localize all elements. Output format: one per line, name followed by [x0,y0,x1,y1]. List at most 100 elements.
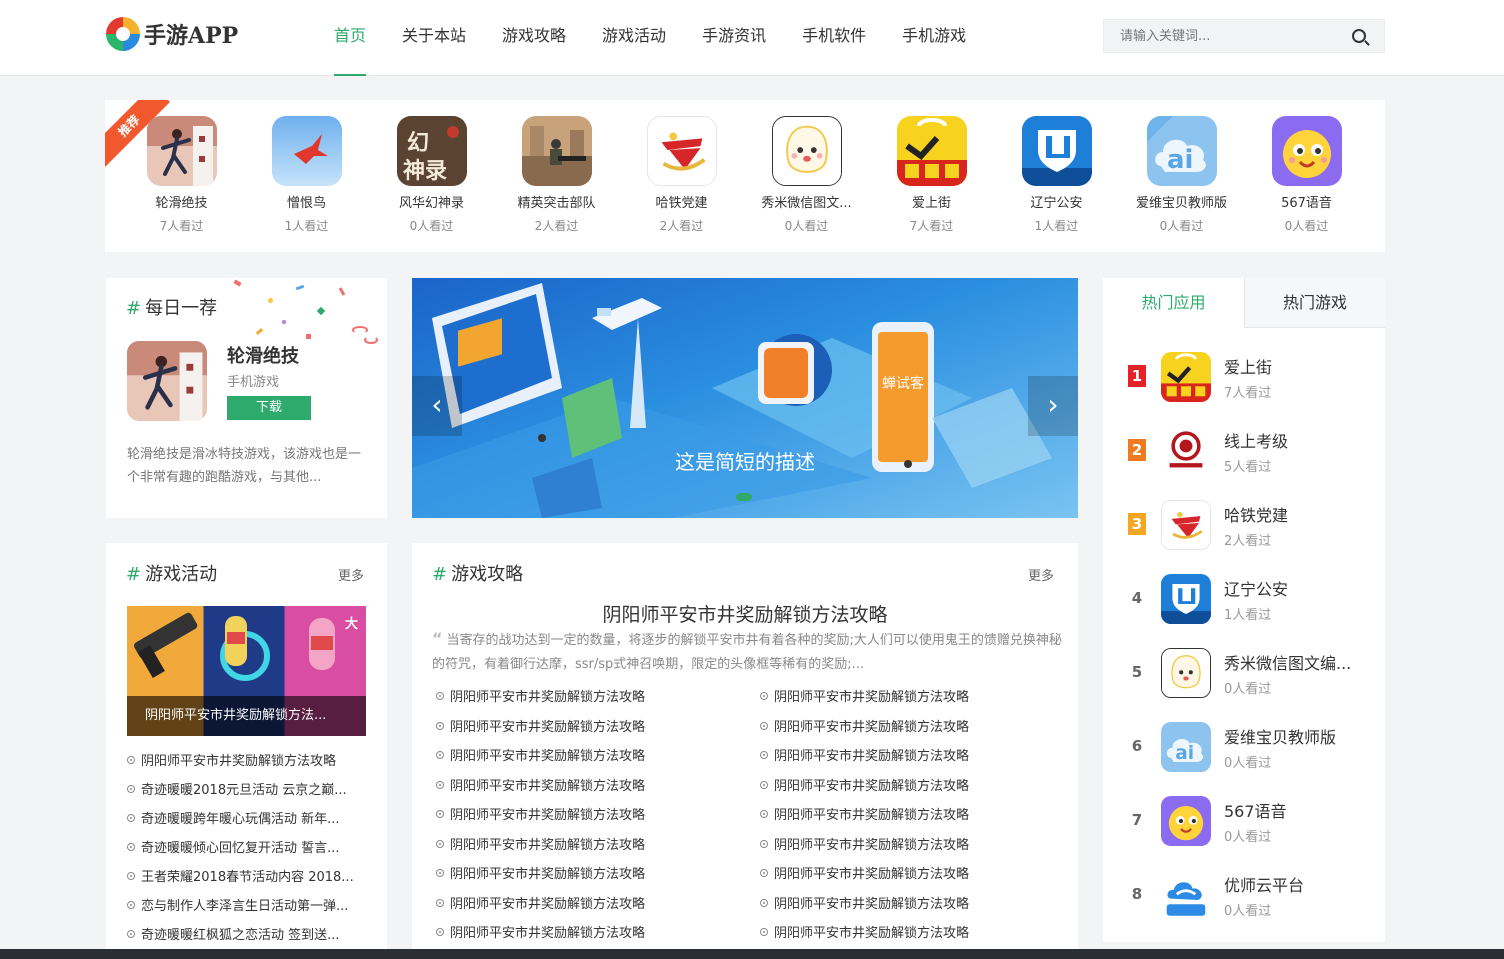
hot-list-item[interactable]: 2 线上考级 5人看过 [1103,418,1385,484]
list-item-text: 奇迹暖暖2018元旦活动 云京之巅... [141,783,347,798]
tab-hot-games[interactable]: 热门游戏 [1244,278,1385,328]
hot-list-item[interactable]: 1 爱上街 7人看过 [1103,344,1385,410]
list-item-text: 阴阳师平安市井奖励解锁方法攻略 [450,808,646,823]
list-item[interactable]: 阴阳师平安市井奖励解锁方法攻略 [436,831,760,861]
list-item[interactable]: 阴阳师平安市井奖励解锁方法攻略 [760,801,1076,831]
guide-summary-text: 当寄存的战功达到一定的数量，将逐步的解锁平安市井有着各种的奖励;大人们可以使用鬼… [432,633,1062,672]
banner-illustration: 蝉试客 [412,283,1052,518]
nav-item-guides[interactable]: 游戏攻略 [484,0,584,76]
list-item[interactable]: 阴阳师平安市井奖励解锁方法攻略 [127,747,372,776]
list-item[interactable]: 阴阳师平安市井奖励解锁方法攻略 [436,801,760,831]
recommend-item-views: 7人看过 [159,219,204,233]
recommend-item[interactable]: 秀米微信图文... 0人看过 [744,116,869,234]
search-input[interactable] [1104,20,1344,52]
banner-next-button[interactable]: › [1028,376,1078,436]
nav-item-about[interactable]: 关于本站 [384,0,484,76]
ai-cloud-icon: ai [1146,116,1217,186]
hot-item-name: 优师云平台 [1224,876,1305,895]
hot-list-item[interactable]: 8 优师云平台 0人看过 [1103,862,1385,928]
bullet-icon [436,780,444,789]
recommend-item[interactable]: 轮滑绝技 7人看过 [119,116,244,234]
svg-text:ai: ai [1167,145,1193,175]
list-item[interactable]: 阴阳师平安市井奖励解锁方法攻略 [760,890,1076,920]
recommend-item-name: 爱上街 [911,196,951,211]
nav-item-news[interactable]: 手游资讯 [684,0,784,76]
banner-prev-button[interactable]: ‹ [412,376,462,436]
list-item[interactable]: 阴阳师平安市井奖励解锁方法攻略 [436,772,760,802]
party-emblem-icon [1161,500,1211,550]
bullet-icon [127,843,135,851]
list-item[interactable]: 阴阳师平安市井奖励解锁方法攻略 [760,831,1076,861]
hot-list-item[interactable]: 3 哈铁党建 2人看过 [1103,492,1385,558]
skate-game-icon[interactable] [127,341,207,421]
list-item[interactable]: 阴阳师平安市井奖励解锁方法攻略 [760,742,1076,772]
recommend-item-views: 0人看过 [784,219,829,233]
nav-item-home[interactable]: 首页 [316,0,384,76]
recommend-item[interactable]: 辽宁公安 1人看过 [994,116,1119,234]
rank-badge: 3 [1128,513,1146,535]
bottom-bar [0,949,1504,959]
recommend-item[interactable]: 爱上街 7人看过 [869,116,994,234]
list-item[interactable]: 阴阳师平安市井奖励解锁方法攻略 [436,890,760,920]
list-item[interactable]: 阴阳师平安市井奖励解锁方法攻略 [760,683,1076,713]
hot-list-item[interactable]: 5 秀米微信图文编... 0人看过 [1103,640,1385,706]
activity-more-link[interactable]: 更多 [338,565,364,584]
smiley-voice-icon [1271,116,1342,186]
bullet-icon [127,785,135,793]
banner-carousel[interactable]: 蝉试客 ‹ › 这是简短的描述 [412,278,1078,518]
list-item[interactable]: 阴阳师平安市井奖励解锁方法攻略 [760,713,1076,743]
list-item[interactable]: 奇迹暖暖倾心回忆复开活动 誓言... [127,834,372,863]
site-logo[interactable]: 手游APP [106,17,238,51]
banner-indicator-dot[interactable] [736,493,752,501]
recommend-item[interactable]: 精英突击部队 2人看过 [494,116,619,234]
main-nav: 首页 关于本站 游戏攻略 游戏活动 手游资讯 手机软件 手机游戏 [316,0,984,76]
hot-item-views: 0人看过 [1224,830,1272,845]
list-item[interactable]: 阴阳师平安市井奖励解锁方法攻略 [436,713,760,743]
list-item[interactable]: 恋与制作人李泽言生日活动第一弹... [127,892,372,921]
download-button[interactable]: 下载 [227,396,311,420]
guide-headline[interactable]: 阴阳师平安市井奖励解锁方法攻略 [412,600,1078,627]
list-item[interactable]: 阴阳师平安市井奖励解锁方法攻略 [760,860,1076,890]
recommend-item[interactable]: 567语音 0人看过 [1244,116,1369,234]
hot-list-item[interactable]: 7 567语音 0人看过 [1103,788,1385,854]
guide-more-link[interactable]: 更多 [1028,565,1054,584]
list-item[interactable]: 阴阳师平安市井奖励解锁方法攻略 [436,919,760,949]
list-item[interactable]: 奇迹暖暖红枫狐之恋活动 签到送... [127,921,372,950]
list-item[interactable]: 阴阳师平安市井奖励解锁方法攻略 [436,683,760,713]
list-item[interactable]: 奇迹暖暖2018元旦活动 云京之巅... [127,776,372,805]
list-item[interactable]: 阴阳师平安市井奖励解锁方法攻略 [436,860,760,890]
bullet-icon [127,756,135,764]
rank-number: 8 [1131,885,1143,903]
recommend-item-name: 风华幻神录 [398,196,464,211]
recommend-item-views: 2人看过 [659,219,704,233]
activity-list: 阴阳师平安市井奖励解锁方法攻略 奇迹暖暖2018元旦活动 云京之巅... 奇迹暖… [127,747,372,950]
activity-featured-image[interactable]: 大 阴阳师平安市井奖励解锁方法... [127,606,366,736]
list-item[interactable]: 阴阳师平安市井奖励解锁方法攻略 [760,919,1076,949]
search-icon[interactable] [1352,29,1366,43]
bullet-icon [760,810,768,818]
recommend-item-name: 爱维宝贝教师版 [1135,196,1227,211]
daily-pick-name[interactable]: 轮滑绝技 [227,342,299,368]
hot-list-item[interactable]: 6 ai 爱维宝贝教师版 0人看过 [1103,714,1385,780]
list-item-text: 阴阳师平安市井奖励解锁方法攻略 [450,690,646,705]
daily-pick-card: # 每日一荐 轮滑绝技 手机游戏 下载 轮滑绝技是滑冰特技游戏，该游戏也是一个非常… [106,278,387,518]
recommend-item[interactable]: ai 爱维宝贝教师版 0人看过 [1119,116,1244,234]
guide-title: # 游戏攻略 [432,564,524,585]
guide-title-text: 游戏攻略 [451,564,524,585]
list-item[interactable]: 王者荣耀2018春节活动内容 2018... [127,863,372,892]
list-item[interactable]: 阴阳师平安市井奖励解锁方法攻略 [760,772,1076,802]
list-item[interactable]: 阴阳师平安市井奖励解锁方法攻略 [436,742,760,772]
activity-featured-caption: 阴阳师平安市井奖励解锁方法... [127,696,366,736]
recommend-item[interactable]: 憎恨鸟 1人看过 [244,116,369,234]
nav-item-activities[interactable]: 游戏活动 [584,0,684,76]
bullet-icon [436,898,444,907]
nav-item-games[interactable]: 手机游戏 [884,0,984,76]
daily-pick-title: # 每日一荐 [126,298,218,319]
recommend-item[interactable]: 幻神录 风华幻神录 0人看过 [369,116,494,234]
list-item[interactable]: 奇迹暖暖跨年暖心玩偶活动 新年... [127,805,372,834]
nav-item-apps[interactable]: 手机软件 [784,0,884,76]
tab-hot-apps[interactable]: 热门应用 [1103,278,1244,328]
recommend-item[interactable]: 哈铁党建 2人看过 [619,116,744,234]
site-header: 手游APP 首页 关于本站 游戏攻略 游戏活动 手游资讯 手机软件 手机游戏 [0,0,1504,76]
hot-list-item[interactable]: 4 辽宁公安 1人看过 [1103,566,1385,632]
